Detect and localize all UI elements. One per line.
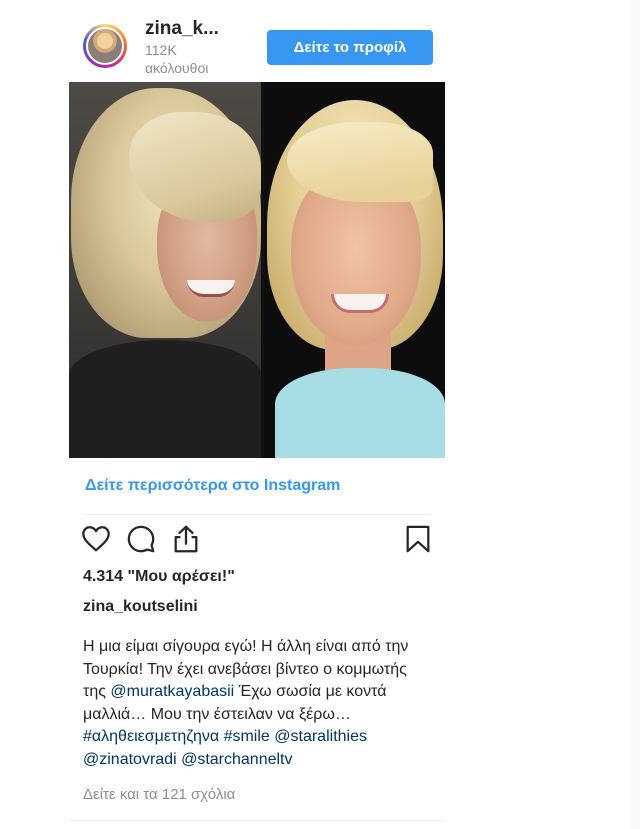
caption-link[interactable]: @muratkayabasii xyxy=(110,683,234,700)
share-icon[interactable] xyxy=(171,524,201,554)
view-profile-button[interactable]: Δείτε το προφίλ xyxy=(267,30,433,65)
heart-icon[interactable] xyxy=(81,524,111,554)
view-comments-link[interactable]: Δείτε και τα 121 σχόλια xyxy=(83,786,235,803)
photo-right-fringe xyxy=(287,122,433,202)
caption-link[interactable]: @zinatovradi xyxy=(83,751,177,768)
caption-link[interactable]: @starchanneltv xyxy=(181,751,292,768)
comment-icon[interactable] xyxy=(126,524,156,554)
caption-link[interactable]: #smile xyxy=(224,728,270,745)
bottom-divider xyxy=(69,820,445,821)
post-header: zina_k... 112K ακόλουθοι Δείτε το προφίλ xyxy=(69,0,445,80)
photo-right-top xyxy=(275,368,445,458)
post-photo[interactable] xyxy=(69,82,445,458)
followers-count: 112K xyxy=(145,42,177,58)
username[interactable]: zina_k... xyxy=(145,18,219,40)
photo-left-cape xyxy=(69,340,261,458)
caption-link[interactable]: @staralithies xyxy=(274,728,367,745)
likes-count[interactable]: 4.314 "Μου αρέσει!" xyxy=(83,568,235,586)
caption-username[interactable]: zina_koutselini xyxy=(83,598,198,616)
instagram-embed: zina_k... 112K ακόλουθοι Δείτε το προφίλ… xyxy=(69,0,445,829)
avatar[interactable] xyxy=(86,27,124,65)
caption-link[interactable]: #αληθειεσμετηζηνα xyxy=(83,728,219,745)
post-caption: Η μια είμαι σίγουρα εγώ! Η άλλη είναι απ… xyxy=(83,636,433,771)
page-edge xyxy=(630,0,640,829)
avatar-ring[interactable] xyxy=(83,24,127,68)
bookmark-icon[interactable] xyxy=(403,524,433,554)
divider xyxy=(83,514,431,515)
see-more-instagram-link[interactable]: Δείτε περισσότερα στο Instagram xyxy=(85,477,340,495)
followers-label: ακόλουθοι xyxy=(145,60,209,76)
